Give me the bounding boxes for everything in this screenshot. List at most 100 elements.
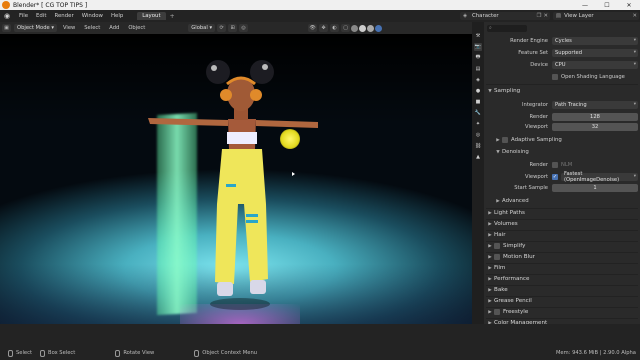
- modifier-tab-icon[interactable]: 🔧: [474, 109, 482, 117]
- view-menu[interactable]: View: [60, 25, 78, 31]
- simplify-checkbox[interactable]: [494, 243, 500, 249]
- orientation-dropdown[interactable]: Global ▾: [188, 24, 216, 32]
- pivot-icon[interactable]: ⟳: [217, 24, 227, 32]
- constraints-tab-icon[interactable]: ⛓: [474, 142, 482, 150]
- render-samples-row: Render 128: [486, 112, 638, 121]
- grease-pencil-panel[interactable]: ▶ Grease Pencil: [486, 296, 638, 306]
- freestyle-checkbox[interactable]: [494, 309, 500, 315]
- overlay-icon[interactable]: ◐: [330, 24, 340, 32]
- editor-type-icon[interactable]: ▣: [2, 24, 11, 32]
- menu-help[interactable]: Help: [107, 13, 127, 19]
- chevron-right-icon: ▶: [496, 198, 500, 204]
- adaptive-sampling-checkbox[interactable]: [502, 137, 508, 143]
- mouse-right-icon: [194, 349, 200, 357]
- yellow-point-light[interactable]: [280, 129, 300, 149]
- mode-dropdown[interactable]: Object Mode ▾: [14, 24, 57, 32]
- character-render[interactable]: [0, 34, 472, 324]
- render-samples-field[interactable]: 128: [552, 112, 638, 121]
- bake-panel[interactable]: ▶ Bake: [486, 285, 638, 295]
- motion-blur-checkbox[interactable]: [494, 254, 500, 260]
- visibility-icon[interactable]: 👁: [308, 24, 318, 32]
- denoise-render-checkbox[interactable]: [552, 161, 558, 168]
- gizmo-icon[interactable]: ✥: [319, 24, 329, 32]
- 3d-viewport[interactable]: [0, 34, 472, 324]
- hair-panel[interactable]: ▶ Hair: [486, 230, 638, 240]
- copy-icon[interactable]: ❐: [537, 13, 542, 19]
- rendered-shading-icon[interactable]: [375, 24, 383, 32]
- maximize-button[interactable]: ☐: [596, 0, 618, 10]
- advanced-subpanel[interactable]: ▶ Advanced: [494, 196, 638, 206]
- integrator-dropdown[interactable]: Path Tracing: [552, 100, 638, 109]
- open-shading-checkbox[interactable]: [552, 73, 558, 80]
- sampling-panel-header[interactable]: ▼ Sampling: [486, 86, 638, 96]
- volumes-panel[interactable]: ▶ Volumes: [486, 219, 638, 229]
- tool-tab-icon[interactable]: ⚒: [474, 32, 482, 40]
- select-menu[interactable]: Select: [81, 25, 103, 31]
- device-row: Device CPU: [486, 60, 638, 69]
- workspace-tab-layout[interactable]: Layout: [137, 12, 166, 20]
- close-icon[interactable]: ✕: [543, 13, 548, 19]
- performance-panel[interactable]: ▶ Performance: [486, 274, 638, 284]
- particles-tab-icon[interactable]: ✦: [474, 120, 482, 128]
- motion-blur-panel[interactable]: ▶ Motion Blur: [486, 252, 638, 262]
- denoise-viewport-checkbox[interactable]: [552, 173, 558, 180]
- open-shading-row: Open Shading Language: [486, 72, 638, 81]
- menu-edit[interactable]: Edit: [32, 13, 50, 19]
- view-layer-icon: ▤: [556, 13, 562, 19]
- render-tab-icon[interactable]: 📷: [474, 43, 482, 51]
- world-tab-icon[interactable]: ●: [474, 87, 482, 95]
- properties-search-input[interactable]: ⌕: [487, 24, 527, 32]
- view-layer-tab-icon[interactable]: ▤: [474, 65, 482, 73]
- status-context-menu: Object Context Menu: [194, 349, 257, 357]
- render-samples-label: Render: [529, 113, 548, 120]
- data-tab-icon[interactable]: ▲: [474, 153, 482, 161]
- viewport-samples-row: Viewport 32: [486, 122, 638, 131]
- output-tab-icon[interactable]: 🖶: [474, 54, 482, 62]
- window-controls: — ☐ ✕: [574, 0, 640, 10]
- viewport-samples-field[interactable]: 32: [552, 122, 638, 131]
- chevron-right-icon: ▶: [488, 210, 492, 216]
- denoising-subpanel[interactable]: ▼ Denoising: [494, 147, 638, 157]
- add-workspace-button[interactable]: +: [170, 13, 175, 20]
- menu-file[interactable]: File: [15, 13, 32, 19]
- object-tab-icon[interactable]: ■: [474, 98, 482, 106]
- status-rotate-view: Rotate View: [115, 349, 154, 357]
- scene-selector[interactable]: ◈ Character ❐ ✕: [460, 12, 550, 20]
- start-sample-field[interactable]: 1: [552, 183, 638, 192]
- menu-window[interactable]: Window: [78, 13, 107, 19]
- simplify-panel[interactable]: ▶ Simplify: [486, 241, 638, 251]
- xray-icon[interactable]: ▢: [341, 24, 351, 32]
- proportional-edit-icon[interactable]: ◎: [239, 24, 249, 32]
- physics-tab-icon[interactable]: ◎: [474, 131, 482, 139]
- adaptive-sampling-subpanel[interactable]: ▶ Adaptive Sampling: [494, 135, 638, 145]
- render-properties: Render Engine Cycles Feature Set Support…: [486, 34, 638, 326]
- close-button[interactable]: ✕: [618, 0, 640, 10]
- wireframe-shading-icon[interactable]: [351, 24, 359, 32]
- snap-icon[interactable]: ⊞: [228, 24, 238, 32]
- feature-set-dropdown[interactable]: Supported: [552, 48, 638, 57]
- freestyle-panel[interactable]: ▶ Freestyle: [486, 307, 638, 317]
- render-engine-dropdown[interactable]: Cycles: [552, 36, 638, 45]
- film-panel[interactable]: ▶ Film: [486, 263, 638, 273]
- material-shading-icon[interactable]: [367, 24, 375, 32]
- minimize-button[interactable]: —: [574, 0, 596, 10]
- mouse-middle-icon: [115, 349, 121, 357]
- object-menu[interactable]: Object: [125, 25, 148, 31]
- render-engine-label: Render Engine: [510, 37, 548, 44]
- denoise-viewport-dropdown[interactable]: Fastest (OpenImageDenoise): [561, 171, 638, 183]
- menu-render[interactable]: Render: [50, 13, 77, 19]
- add-menu[interactable]: Add: [106, 25, 122, 31]
- close-icon[interactable]: ✕: [632, 13, 639, 19]
- blender-menu-icon[interactable]: ◉: [3, 12, 11, 20]
- status-bar: Select Box Select Rotate View Object Con…: [0, 324, 640, 360]
- view-layer-selector[interactable]: ▤ View Layer ✕: [553, 12, 639, 20]
- chevron-down-icon: ▼: [496, 149, 500, 155]
- chevron-right-icon: ▶: [488, 287, 492, 293]
- device-dropdown[interactable]: CPU: [552, 60, 638, 69]
- mouse-icon: [40, 349, 46, 357]
- solid-shading-icon[interactable]: [359, 24, 367, 32]
- scene-tab-icon[interactable]: ◈: [474, 76, 482, 84]
- memory-version-info: Mem: 943.6 MiB | 2.90.0 Alpha: [555, 350, 636, 356]
- status-box-select: Box Select: [40, 349, 75, 357]
- light-paths-panel[interactable]: ▶ Light Paths: [486, 208, 638, 218]
